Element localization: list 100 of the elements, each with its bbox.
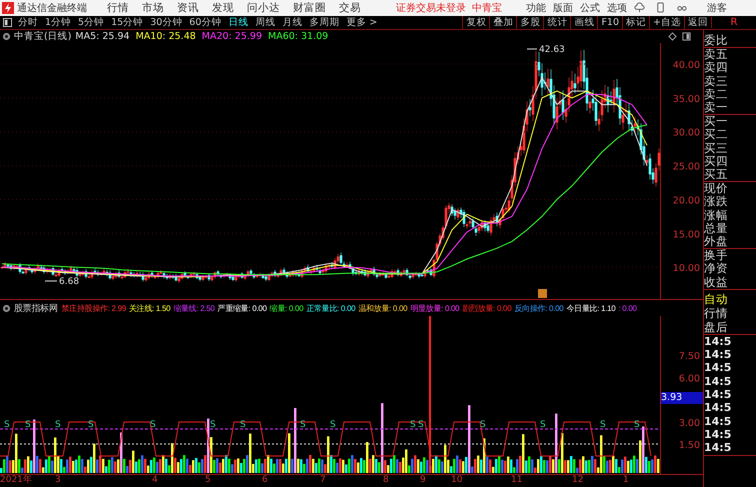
toolbar-button[interactable]: 统计: [543, 16, 570, 29]
signal-mark: S: [480, 420, 486, 430]
indicator-axis-label: 3.00: [678, 418, 700, 429]
quote-field-label: 卖四: [704, 61, 729, 75]
period-tab[interactable]: 5分钟: [78, 16, 104, 29]
price-axis-label: 35.00: [672, 94, 700, 105]
quote-field-label: 卖五: [704, 48, 729, 62]
tool-menu-item[interactable]: 选项: [607, 0, 627, 15]
toolbar-button[interactable]: 叠加: [489, 16, 516, 29]
panel-icon[interactable]: [682, 32, 691, 41]
more-button[interactable]: 更多 >: [346, 16, 378, 29]
trade-time: 14:5: [704, 428, 732, 442]
period-tab[interactable]: 1分钟: [45, 16, 72, 29]
date-axis-label: 7: [320, 475, 326, 486]
period-tab[interactable]: 15分钟: [111, 16, 144, 29]
date-axis-label: 3: [55, 475, 61, 486]
quote-field-label: 涨跌: [704, 195, 729, 209]
ma-legend: MA20: 25.99: [202, 31, 262, 42]
panel-toggle-icon[interactable]: [3, 18, 12, 27]
indicator-legend: : 0.00: [618, 304, 637, 312]
indicator-legend: 明显放量: 0.00: [410, 302, 460, 314]
signal-mark: S: [330, 420, 336, 430]
period-tab[interactable]: 周线: [255, 16, 276, 29]
signal-mark: S: [210, 420, 216, 430]
menu-item[interactable]: 问小达: [247, 0, 280, 15]
quote-field-label: 买四: [704, 154, 729, 168]
toolbar-button[interactable]: 画线: [570, 16, 598, 29]
mode-tab[interactable]: 自动: [704, 292, 756, 306]
trade-time: 14:5: [704, 388, 732, 402]
tool-menu-item[interactable]: 版面: [553, 0, 573, 15]
signal-mark: S: [240, 420, 246, 430]
cloud-icon[interactable]: [634, 2, 645, 14]
login-notice[interactable]: 证券交易未登录: [396, 0, 466, 15]
stock-name: 中青宝: [472, 2, 502, 15]
ma-legend: MA10: 25.48: [136, 31, 196, 42]
indicator-legend: 反向操作: 0.00: [514, 302, 564, 314]
indicator-legend: 温和放量: 0.00: [358, 302, 408, 314]
signal-mark: S: [4, 420, 10, 430]
mode-tab[interactable]: 盘后: [704, 320, 756, 334]
low-price-annotation: 6.68: [44, 277, 80, 287]
menu-item[interactable]: 发现: [212, 0, 234, 15]
indicator-legend: 禁庄持股操作: 2.99: [62, 302, 126, 314]
toolbar-button[interactable]: +自选: [649, 16, 684, 29]
trade-time: 14:5: [704, 374, 732, 388]
signal-mark: S: [25, 420, 31, 430]
ma-legend: MA5: 25.94: [75, 31, 130, 42]
current-value-label: 3.93: [661, 392, 703, 404]
marker-icon[interactable]: [538, 289, 547, 298]
signal-mark: S: [88, 420, 94, 430]
signal-mark: S: [634, 420, 640, 430]
trade-time: 14:5: [704, 348, 732, 362]
quote-field-label: 净资: [704, 262, 729, 276]
period-tab[interactable]: 月线: [282, 16, 302, 29]
signal-mark: S: [600, 420, 606, 430]
price-axis-label: 25.00: [672, 162, 700, 173]
date-axis-label: 8: [383, 475, 389, 486]
period-tab[interactable]: 30分钟: [150, 16, 182, 29]
diamond-icon[interactable]: [668, 32, 677, 41]
indicator-name: 股票指标网: [14, 302, 58, 314]
trade-time: 14:5: [704, 361, 732, 375]
menu-item[interactable]: 行情: [107, 0, 129, 15]
indicator-legend: 今日量比: 1.10: [566, 302, 616, 314]
menu-item[interactable]: 市场: [142, 0, 164, 15]
toolbar-button[interactable]: F10: [597, 16, 622, 29]
user-label[interactable]: 游客: [707, 0, 727, 15]
toolbar-button[interactable]: 返回: [684, 16, 711, 29]
period-tab[interactable]: 日线: [228, 16, 248, 29]
tool-menu-item[interactable]: 公式: [580, 0, 600, 15]
quote-field-label: 卖二: [704, 88, 729, 102]
toolbar-button[interactable]: 多股: [516, 16, 544, 29]
indicator-legend: 剧烈放量: 0.00: [462, 302, 512, 314]
quote-field-label: 换手: [704, 249, 729, 262]
date-axis-label: 10: [451, 475, 462, 486]
period-tab[interactable]: 60分钟: [189, 16, 222, 29]
quote-field-label: 总量: [704, 222, 729, 236]
mode-tab[interactable]: 行情: [704, 306, 756, 320]
settings-icon[interactable]: [2, 304, 11, 312]
phone-icon[interactable]: [655, 2, 666, 14]
period-tab[interactable]: 多周期: [309, 16, 340, 29]
signal-mark: S: [540, 420, 546, 430]
period-tab[interactable]: 分时: [18, 16, 38, 29]
price-axis-label: 40.00: [672, 60, 700, 71]
tool-menu-item[interactable]: 功能: [526, 0, 546, 15]
signal-mark: S: [410, 420, 416, 430]
signal-mark: S: [150, 420, 156, 430]
menu-item[interactable]: 资讯: [177, 0, 199, 15]
menu-item[interactable]: 财富圈: [293, 0, 326, 15]
menu-item[interactable]: 交易: [339, 0, 361, 15]
toolbar-button[interactable]: 标记: [622, 16, 650, 29]
date-axis-label: 5: [205, 475, 211, 486]
signal-mark: S: [55, 420, 61, 430]
corner-label: R: [711, 16, 756, 28]
settings-icon[interactable]: [2, 32, 11, 41]
toolbar-button[interactable]: 复权: [462, 16, 490, 29]
quote-field-label: 收益: [704, 276, 729, 289]
indicator-axis-label: 1.50: [678, 440, 700, 451]
quote-field-label: 买二: [704, 128, 729, 142]
quote-field-label: 买一: [704, 115, 729, 128]
price-axis-label: 10.00: [672, 263, 700, 274]
indicator-legend: 关注线: 1.50: [128, 302, 170, 314]
